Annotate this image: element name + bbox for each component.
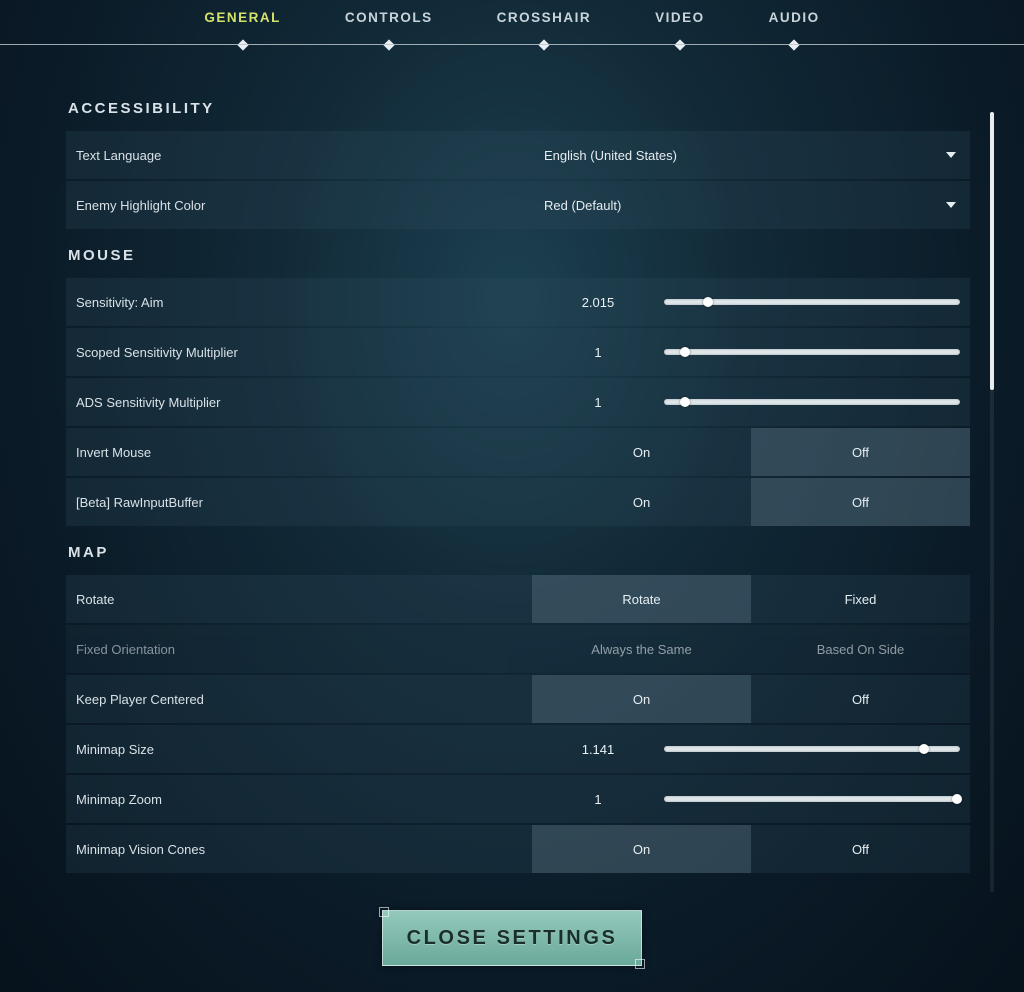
row-fixed-orientation: Fixed Orientation Always the Same Based … xyxy=(66,625,970,673)
row-text-language: Text Language English (United States) xyxy=(66,131,970,179)
row-raw-input: [Beta] RawInputBuffer On Off xyxy=(66,478,970,526)
value-minimap-size[interactable]: 1.141 xyxy=(532,742,664,757)
scrollbar-thumb[interactable] xyxy=(990,112,994,390)
toggle-invert-mouse: On Off xyxy=(532,428,970,476)
toggle-vision-off[interactable]: Off xyxy=(751,825,970,873)
row-sensitivity-aim: Sensitivity: Aim 2.015 xyxy=(66,278,970,326)
label-invert-mouse: Invert Mouse xyxy=(66,428,532,476)
row-minimap-size: Minimap Size 1.141 xyxy=(66,725,970,773)
settings-content: ACCESSIBILITY Text Language English (Uni… xyxy=(66,100,970,900)
tab-video[interactable]: VIDEO xyxy=(655,10,705,45)
label-minimap-size: Minimap Size xyxy=(66,725,532,773)
toggle-keep-on[interactable]: On xyxy=(532,675,751,723)
row-keep-centered: Keep Player Centered On Off xyxy=(66,675,970,723)
label-ads-mult: ADS Sensitivity Multiplier xyxy=(66,378,532,426)
settings-tabs: GENERAL CONTROLS CROSSHAIR VIDEO AUDIO xyxy=(0,0,1024,45)
row-vision-cones: Minimap Vision Cones On Off xyxy=(66,825,970,873)
dropdown-text-language[interactable]: English (United States) xyxy=(532,131,970,179)
slider-sensitivity-aim[interactable] xyxy=(664,299,960,305)
label-rotate: Rotate xyxy=(66,575,532,623)
toggle-raw-on[interactable]: On xyxy=(532,478,751,526)
section-map-title: MAP xyxy=(68,544,970,561)
label-scoped-mult: Scoped Sensitivity Multiplier xyxy=(66,328,532,376)
toggle-keep-off[interactable]: Off xyxy=(751,675,970,723)
slider-knob[interactable] xyxy=(703,297,713,307)
toggle-invert-on[interactable]: On xyxy=(532,428,751,476)
slider-knob[interactable] xyxy=(680,347,690,357)
toggle-keep-centered: On Off xyxy=(532,675,970,723)
tab-indicator-icon xyxy=(674,39,685,50)
tab-indicator-icon xyxy=(538,39,549,50)
chevron-down-icon xyxy=(946,202,956,208)
slider-minimap-zoom[interactable] xyxy=(664,796,960,802)
slider-minimap-size[interactable] xyxy=(664,746,960,752)
label-keep-centered: Keep Player Centered xyxy=(66,675,532,723)
close-settings-button[interactable]: CLOSE SETTINGS xyxy=(382,910,642,966)
tab-indicator-icon xyxy=(788,39,799,50)
chevron-down-icon xyxy=(946,152,956,158)
label-sensitivity-aim: Sensitivity: Aim xyxy=(66,278,532,326)
section-mouse-title: MOUSE xyxy=(68,247,970,264)
scrollbar[interactable] xyxy=(990,112,994,892)
value-scoped-mult[interactable]: 1 xyxy=(532,345,664,360)
tab-indicator-icon xyxy=(237,39,248,50)
tab-crosshair[interactable]: CROSSHAIR xyxy=(497,10,592,45)
label-vision-cones: Minimap Vision Cones xyxy=(66,825,532,873)
value-minimap-zoom[interactable]: 1 xyxy=(532,792,664,807)
row-minimap-zoom: Minimap Zoom 1 xyxy=(66,775,970,823)
slider-knob[interactable] xyxy=(919,744,929,754)
label-text-language: Text Language xyxy=(66,131,532,179)
tab-indicator-icon xyxy=(383,39,394,50)
toggle-invert-off[interactable]: Off xyxy=(751,428,970,476)
toggle-vision-cones: On Off xyxy=(532,825,970,873)
toggle-rotate: Rotate Fixed xyxy=(532,575,970,623)
row-ads-mult: ADS Sensitivity Multiplier 1 xyxy=(66,378,970,426)
section-accessibility-title: ACCESSIBILITY xyxy=(68,100,970,117)
label-fixed-orientation: Fixed Orientation xyxy=(66,625,532,673)
label-enemy-highlight: Enemy Highlight Color xyxy=(66,181,532,229)
toggle-rotate-fixed[interactable]: Fixed xyxy=(751,575,970,623)
row-scoped-mult: Scoped Sensitivity Multiplier 1 xyxy=(66,328,970,376)
tab-general[interactable]: GENERAL xyxy=(204,10,281,45)
toggle-raw-input: On Off xyxy=(532,478,970,526)
tab-controls[interactable]: CONTROLS xyxy=(345,10,433,45)
label-raw-input: [Beta] RawInputBuffer xyxy=(66,478,532,526)
row-enemy-highlight: Enemy Highlight Color Red (Default) xyxy=(66,181,970,229)
toggle-raw-off[interactable]: Off xyxy=(751,478,970,526)
slider-knob[interactable] xyxy=(952,794,962,804)
row-invert-mouse: Invert Mouse On Off xyxy=(66,428,970,476)
slider-ads-mult[interactable] xyxy=(664,399,960,405)
slider-scoped-mult[interactable] xyxy=(664,349,960,355)
tab-audio[interactable]: AUDIO xyxy=(769,10,820,45)
toggle-fixed-side: Based On Side xyxy=(751,625,970,673)
value-ads-mult[interactable]: 1 xyxy=(532,395,664,410)
value-sensitivity-aim[interactable]: 2.015 xyxy=(532,295,664,310)
dropdown-enemy-highlight[interactable]: Red (Default) xyxy=(532,181,970,229)
toggle-fixed-orientation: Always the Same Based On Side xyxy=(532,625,970,673)
label-minimap-zoom: Minimap Zoom xyxy=(66,775,532,823)
slider-knob[interactable] xyxy=(680,397,690,407)
row-rotate: Rotate Rotate Fixed xyxy=(66,575,970,623)
toggle-rotate-rotate[interactable]: Rotate xyxy=(532,575,751,623)
toggle-vision-on[interactable]: On xyxy=(532,825,751,873)
toggle-fixed-same: Always the Same xyxy=(532,625,751,673)
